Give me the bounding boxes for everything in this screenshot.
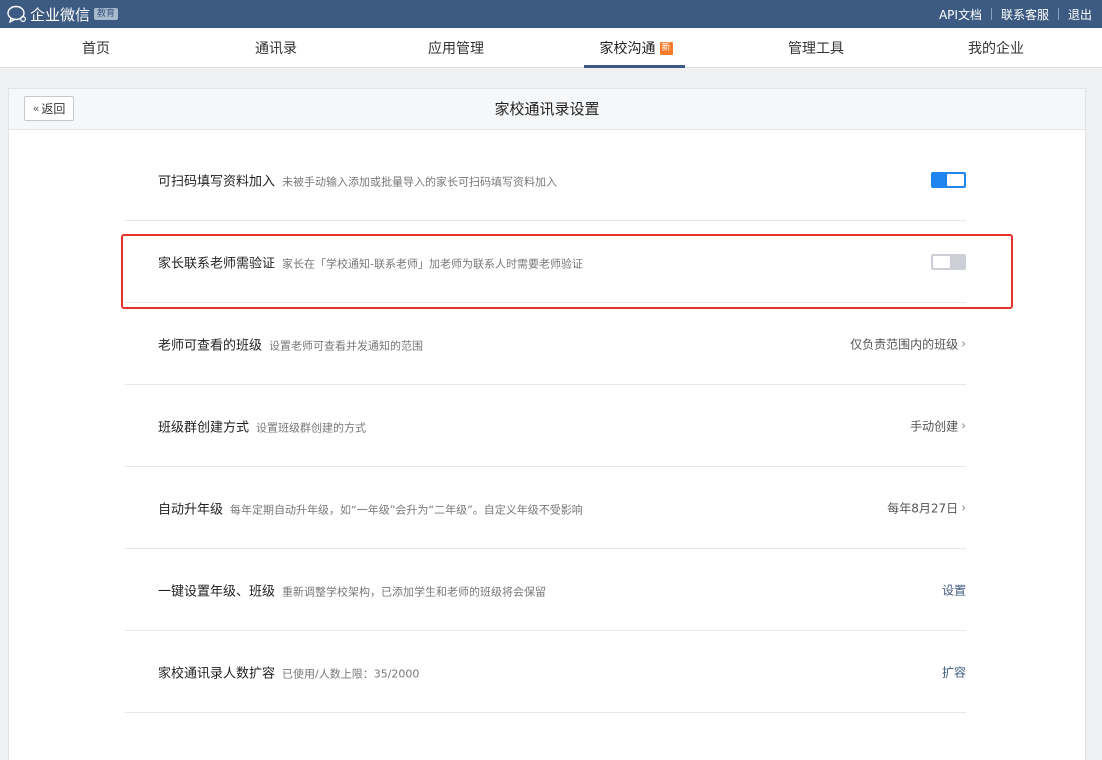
setting-row-class-group-creation[interactable]: 班级群创建方式 设置班级群创建的方式 手动创建 › <box>125 385 966 467</box>
setting-description: 每年定期自动升年级，如“一年级”会升为“二年级”。自定义年级不受影响 <box>230 503 583 516</box>
nav-item-label: 我的企业 <box>968 41 1024 57</box>
setting-description: 重新调整学校架构，已添加学生和老师的班级将会保留 <box>282 585 547 598</box>
nav-item-school-home[interactable]: 家校沟通 新 <box>546 28 726 68</box>
setting-value: 每年8月27日 <box>887 501 959 515</box>
contact-support-link[interactable]: 联系客服 <box>1001 6 1049 23</box>
nav-item-label: 首页 <box>82 41 110 57</box>
nav-item-label: 管理工具 <box>788 41 844 57</box>
setting-title: 一键设置年级、班级 <box>158 584 276 599</box>
setting-description: 设置老师可查看并发通知的范围 <box>269 339 424 352</box>
toggle-knob <box>933 255 950 268</box>
logo-text: 企业微信 <box>30 5 91 24</box>
setting-description: 设置班级群创建的方式 <box>256 421 367 434</box>
chat-bubble-icon <box>7 5 27 23</box>
setting-row-capacity-expand: 家校通讯录人数扩容 已使用/人数上限：35/2000 扩容 <box>125 631 966 713</box>
api-docs-link[interactable]: API文档 <box>939 6 982 23</box>
setting-title: 自动升年级 <box>158 502 224 517</box>
active-tab-indicator <box>583 65 685 68</box>
teacher-verify-toggle[interactable] <box>931 253 966 270</box>
top-bar: 企业微信 教育 API文档 联系客服 退出 <box>0 0 1102 28</box>
setting-title: 老师可查看的班级 <box>158 338 263 353</box>
grade-class-setup-link[interactable]: 设置 <box>942 581 966 598</box>
setting-row-grade-class-setup: 一键设置年级、班级 重新调整学校架构，已添加学生和老师的班级将会保留 设置 <box>125 549 966 631</box>
setting-title: 可扫码填写资料加入 <box>158 174 276 189</box>
logo[interactable]: 企业微信 教育 <box>7 4 119 25</box>
logout-link[interactable]: 退出 <box>1068 6 1092 23</box>
setting-value: 手动创建 <box>910 419 959 433</box>
new-badge: 新 <box>659 41 673 55</box>
nav-item-home[interactable]: 首页 <box>6 28 186 68</box>
nav-item-label: 通讯录 <box>255 41 297 57</box>
chevron-right-icon: › <box>961 500 966 515</box>
divider <box>1057 8 1059 20</box>
chevron-right-icon: › <box>961 418 966 433</box>
page-title: 家校通讯录设置 <box>494 100 600 118</box>
nav-item-admin-tools[interactable]: 管理工具 <box>726 28 906 68</box>
setting-row-teacher-verify: 家长联系老师需验证 家长在「学校通知-联系老师」加老师为联系人时需要老师验证 <box>125 221 966 303</box>
setting-description: 已使用/人数上限：35/2000 <box>282 667 420 680</box>
toggle-knob <box>947 173 964 186</box>
edition-badge: 教育 <box>94 8 119 20</box>
setting-title: 班级群创建方式 <box>158 420 250 435</box>
scan-join-toggle[interactable] <box>931 171 966 188</box>
auto-grade-up-selector[interactable]: 每年8月27日 › <box>887 499 966 516</box>
setting-description: 家长在「学校通知-联系老师」加老师为联系人时需要老师验证 <box>282 257 583 270</box>
divider <box>990 8 992 20</box>
nav-item-label: 家校沟通 <box>599 41 656 57</box>
chevron-right-icon: › <box>961 336 966 351</box>
nav-item-label: 应用管理 <box>428 41 484 57</box>
class-group-creation-selector[interactable]: 手动创建 › <box>910 417 966 434</box>
nav-item-apps[interactable]: 应用管理 <box>366 28 546 68</box>
capacity-expand-link[interactable]: 扩容 <box>942 663 966 680</box>
visible-classes-selector[interactable]: 仅负责范围内的班级 › <box>850 335 966 352</box>
top-links: API文档 联系客服 退出 <box>939 6 1092 23</box>
setting-value: 仅负责范围内的班级 <box>850 337 959 351</box>
setting-title: 家校通讯录人数扩容 <box>158 666 276 681</box>
panel-header: « 返回 家校通讯录设置 <box>9 89 1085 130</box>
setting-row-auto-grade-up[interactable]: 自动升年级 每年定期自动升年级，如“一年级”会升为“二年级”。自定义年级不受影响… <box>125 467 966 549</box>
setting-row-scan-join: 可扫码填写资料加入 未被手动输入添加或批量导入的家长可扫码填写资料加入 <box>125 139 966 221</box>
nav-item-contacts[interactable]: 通讯录 <box>186 28 366 68</box>
main-nav: 首页 通讯录 应用管理 家校沟通 新 管理工具 我的企业 <box>0 28 1102 68</box>
nav-item-my-company[interactable]: 我的企业 <box>906 28 1086 68</box>
setting-row-visible-classes[interactable]: 老师可查看的班级 设置老师可查看并发通知的范围 仅负责范围内的班级 › <box>125 303 966 385</box>
setting-title: 家长联系老师需验证 <box>158 256 276 271</box>
setting-description: 未被手动输入添加或批量导入的家长可扫码填写资料加入 <box>282 175 558 188</box>
